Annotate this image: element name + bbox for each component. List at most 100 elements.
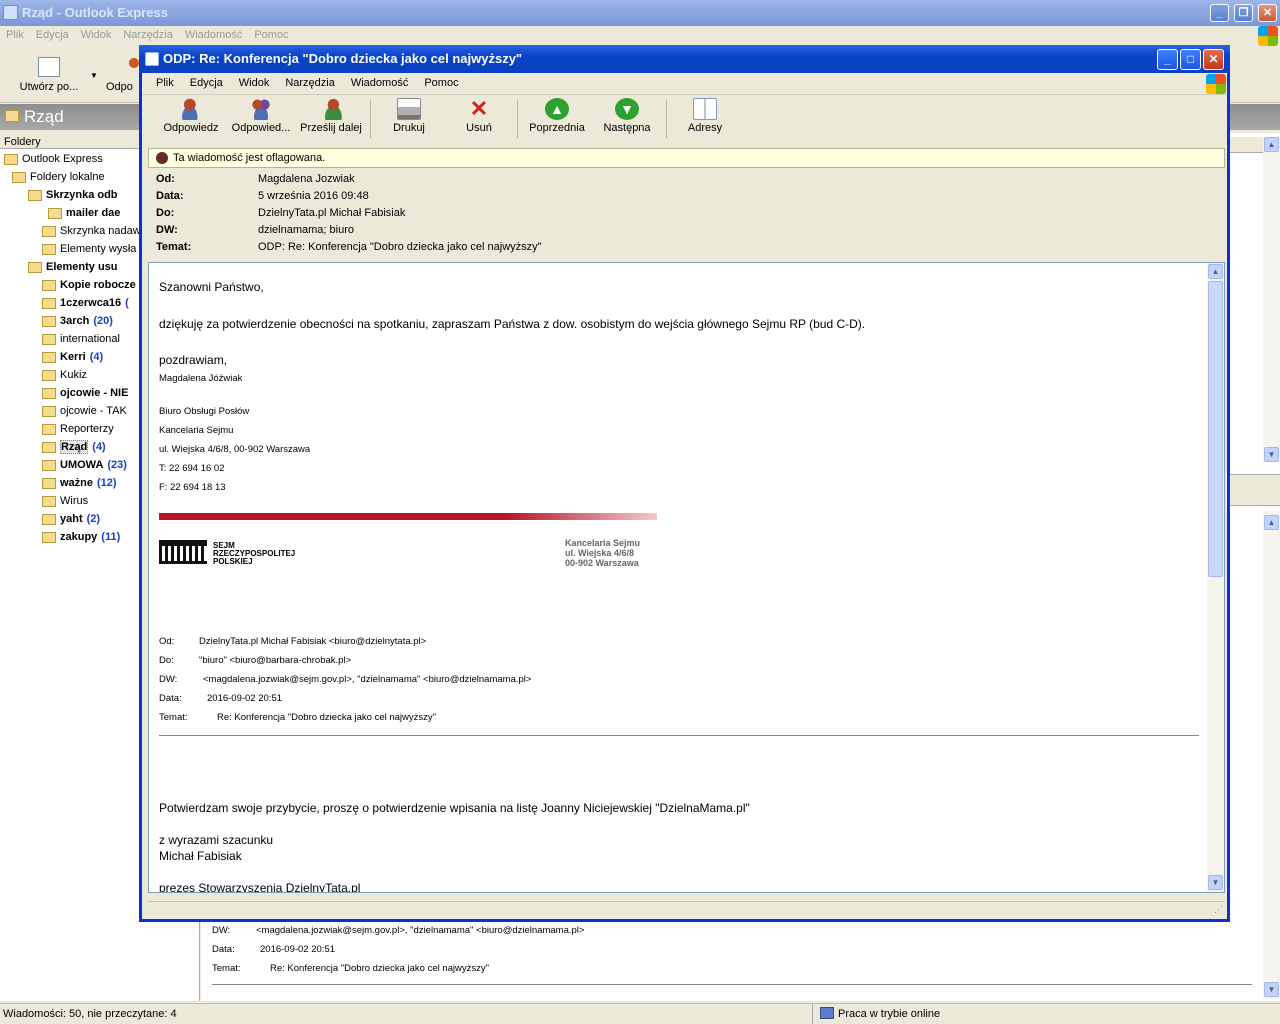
folder-item[interactable]: Reporterzy (0, 420, 141, 438)
header-value: Magdalena Jozwiak (258, 173, 355, 185)
menu-wiadomosc[interactable]: Wiadomość (179, 26, 248, 44)
folder-item[interactable]: ojcowie - TAK (0, 402, 141, 420)
folder-item[interactable]: Elementy usu (0, 258, 141, 276)
folder-label: Elementy wysła (60, 243, 137, 255)
folder-unread-count: (4) (89, 351, 104, 363)
resize-grip-icon[interactable]: ⋰ (1214, 904, 1223, 915)
restore-button[interactable]: ❐ (1234, 4, 1253, 22)
folder-label: Kerri (60, 351, 86, 363)
folder-label: Outlook Express (22, 153, 103, 165)
create-mail-button[interactable]: Utwórz po... (14, 57, 84, 93)
message-scrollbar[interactable]: ▲ ▼ (1207, 263, 1224, 892)
folder-item[interactable]: yaht (2) (0, 510, 141, 528)
header-value: dzielnamama; biuro (258, 224, 354, 236)
menu-plik[interactable]: Plik (148, 73, 182, 93)
menu-widok[interactable]: Widok (75, 26, 118, 44)
minimize-button[interactable]: _ (1157, 49, 1178, 70)
previous-button[interactable]: ▲ Poprzednia (524, 98, 590, 140)
folder-item[interactable]: 3arch (20) (0, 312, 141, 330)
folder-label: international (60, 333, 120, 345)
scroll-down-icon[interactable]: ▼ (1264, 447, 1279, 462)
scroll-up-icon[interactable]: ▲ (1208, 264, 1223, 279)
folder-label: ojcowie - TAK (60, 405, 127, 417)
menu-edycja[interactable]: Edycja (182, 73, 231, 93)
message-window: ODP: Re: Konferencja "Dobro dziecka jako… (139, 45, 1230, 922)
scroll-down-icon[interactable]: ▼ (1208, 875, 1223, 890)
print-button[interactable]: Drukuj (378, 98, 440, 140)
folder-item[interactable]: zakupy (11) (0, 528, 141, 546)
close-button[interactable]: ✕ (1203, 49, 1224, 70)
folder-item[interactable]: Elementy wysła (0, 240, 141, 258)
forward-button[interactable]: Prześlij dalej (298, 98, 364, 140)
sejm-address-line: ul. Wiejska 4/6/8 (565, 548, 634, 558)
sent-items-icon (42, 243, 56, 255)
folder-item[interactable]: Kopie robocze (0, 276, 141, 294)
signature-line: Biuro Obsługi Posłów (159, 406, 250, 417)
status-divider (812, 1004, 813, 1024)
folder-item[interactable]: Kukiz (0, 366, 141, 384)
folder-item[interactable]: UMOWA (23) (0, 456, 141, 474)
sejm-logo-line: POLSKIEJ (213, 557, 253, 566)
minimize-button[interactable]: _ (1210, 4, 1229, 22)
folder-item[interactable]: ojcowie - NIE (0, 384, 141, 402)
folder-item[interactable]: international (0, 330, 141, 348)
header-key: Data: (156, 190, 184, 202)
folder-label: Elementy usu (46, 261, 118, 273)
quoted-header-key: Do: (159, 655, 174, 666)
preview-scrollbar[interactable]: ▲ ▼ (1263, 511, 1280, 999)
drafts-icon (42, 279, 56, 291)
menu-narzedzia[interactable]: Narzędzia (277, 73, 343, 93)
folder-icon (42, 459, 56, 471)
maximize-button[interactable]: □ (1180, 49, 1201, 70)
folder-label: 3arch (60, 315, 90, 327)
menu-edycja[interactable]: Edycja (30, 26, 75, 44)
folder-item[interactable]: ważne (12) (0, 474, 141, 492)
message-body-frame: Szanowni Państwo, dziękuję za potwierdze… (148, 262, 1225, 893)
reply-all-button[interactable]: Odpowied... (228, 98, 294, 140)
main-menu-bar: Plik Edycja Widok Narzędzia Wiadomość Pomoc (0, 26, 1280, 46)
menu-plik[interactable]: Plik (0, 26, 30, 44)
message-window-titlebar[interactable]: ODP: Re: Konferencja "Dobro dziecka jako… (139, 45, 1230, 73)
message-status-bar: ⋰ (148, 901, 1225, 917)
scroll-up-icon[interactable]: ▲ (1264, 515, 1279, 530)
signature-line: F: 22 694 18 13 (159, 482, 226, 493)
folder-item[interactable]: Wirus (0, 492, 141, 510)
folder-item[interactable]: Rząd (4) (0, 438, 141, 456)
header-key: Od: (156, 173, 175, 185)
list-scrollbar[interactable]: ▲ ▼ (1263, 137, 1280, 462)
main-window-titlebar[interactable]: Rząd - Outlook Express _ ❐ ✕ (0, 0, 1280, 26)
folder-item[interactable]: Skrzynka odb (0, 186, 141, 204)
folder-label: Skrzynka nadaw (60, 225, 141, 237)
address-book-button[interactable]: Adresy (672, 98, 738, 140)
dropdown-arrow-icon[interactable]: ▼ (90, 71, 98, 80)
menu-pomoc[interactable]: Pomoc (248, 26, 294, 44)
menu-pomoc[interactable]: Pomoc (416, 73, 466, 93)
outbox-icon (42, 225, 56, 237)
folder-item[interactable]: mailer dae (0, 204, 141, 222)
reply-button[interactable]: Odpowiedz (158, 98, 224, 140)
quote-divider (159, 735, 1199, 736)
menu-narzedzia[interactable]: Narzędzia (117, 26, 179, 44)
sejm-logo: SEJM RZECZYPOSPOLITEJ POLSKIEJ Kancelari… (159, 538, 659, 568)
scroll-up-icon[interactable]: ▲ (1264, 137, 1279, 152)
scroll-down-icon[interactable]: ▼ (1264, 982, 1279, 997)
folder-item[interactable]: Kerri (4) (0, 348, 141, 366)
scroll-thumb[interactable] (1208, 281, 1223, 577)
body-closing: z wyrazami szacunku (159, 833, 274, 847)
delete-label: Usuń (466, 122, 492, 134)
body-closing-name: Michał Fabisiak (159, 849, 242, 863)
close-button[interactable]: ✕ (1258, 4, 1277, 22)
folder-item[interactable]: Foldery lokalne (0, 168, 141, 186)
delete-button[interactable]: ✕ Usuń (448, 98, 510, 140)
folder-icon (42, 387, 56, 399)
folder-unread-count: (12) (97, 477, 117, 489)
folder-item[interactable]: Skrzynka nadaw (0, 222, 141, 240)
folder-item[interactable]: Outlook Express (0, 150, 141, 168)
sejm-banner-stripe (159, 513, 657, 520)
folder-item[interactable]: 1czerwca16( (0, 294, 141, 312)
menu-widok[interactable]: Widok (231, 73, 278, 93)
next-button[interactable]: ▼ Następna (594, 98, 660, 140)
folder-label: zakupy (60, 531, 98, 543)
preview-data-value: 2016-09-02 20:51 (260, 944, 336, 955)
menu-wiadomosc[interactable]: Wiadomość (343, 73, 416, 93)
